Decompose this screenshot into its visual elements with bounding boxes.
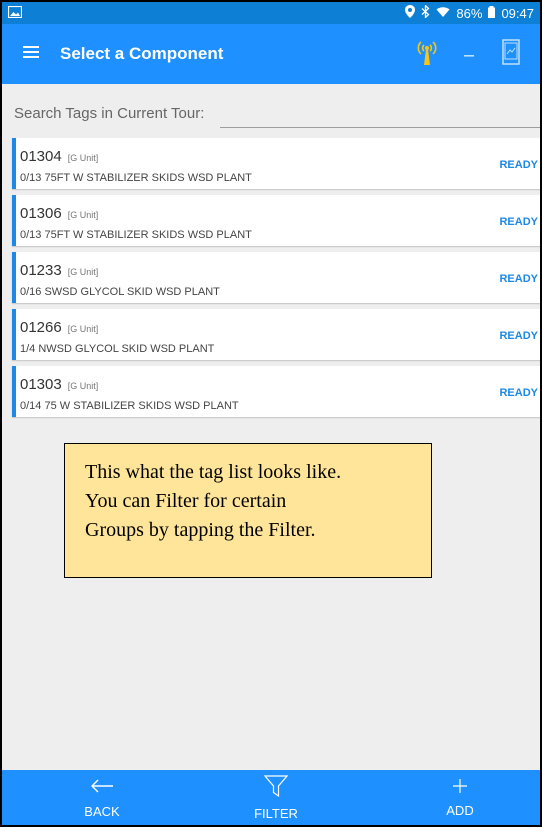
add-label: ADD <box>446 802 474 818</box>
tag-list: 01304 [G Unit] 0/13 75FT W STABILIZER SK… <box>12 138 540 423</box>
tag-id: 01233 <box>20 262 62 279</box>
battery-icon <box>488 5 496 21</box>
status-bar: 86% 09:47 <box>2 2 540 24</box>
wifi-icon <box>436 6 450 21</box>
antenna-button[interactable] <box>406 24 448 84</box>
tag-unit: [G Unit] <box>67 210 99 220</box>
bottom-nav: BACK FILTER ADD <box>2 770 540 825</box>
tag-id: 01266 <box>20 319 62 336</box>
funnel-icon <box>263 774 289 802</box>
arrow-left-icon <box>90 777 114 800</box>
tag-item-01303[interactable]: 01303 [G Unit] 0/14 75 W STABILIZER SKID… <box>12 366 540 417</box>
tag-description: 0/16 SWSD GLYCOL SKID WSD PLANT <box>20 286 220 298</box>
add-button[interactable]: ADD <box>428 770 492 825</box>
note-line: You can Filter for certain <box>85 490 287 512</box>
app-frame: 86% 09:47 Select a Component Search Tags… <box>0 0 542 827</box>
tag-unit: [G Unit] <box>67 153 99 163</box>
tag-item-01233[interactable]: 01233 [G Unit] 0/16 SWSD GLYCOL SKID WSD… <box>12 252 540 303</box>
page-title: Select a Component <box>60 44 224 63</box>
status-badge: READY <box>499 216 538 228</box>
filter-label: FILTER <box>254 805 298 821</box>
tag-unit: [G Unit] <box>67 267 99 277</box>
device-icon <box>502 38 520 70</box>
tag-description: 0/13 75FT W STABILIZER SKIDS WSD PLANT <box>20 229 252 241</box>
search-input[interactable] <box>220 98 540 128</box>
hamburger-icon <box>23 45 39 63</box>
tag-description: 1/4 NWSD GLYCOL SKID WSD PLANT <box>20 343 215 355</box>
minus-icon <box>464 45 474 63</box>
status-badge: READY <box>499 387 538 399</box>
app-bar: Select a Component <box>2 24 540 84</box>
bluetooth-icon <box>421 3 430 21</box>
clock: 09:47 <box>501 5 534 21</box>
location-icon <box>405 5 416 21</box>
back-button[interactable]: BACK <box>70 770 134 825</box>
filter-button[interactable]: FILTER <box>244 770 308 825</box>
back-label: BACK <box>84 803 120 819</box>
antenna-icon <box>415 38 439 71</box>
search-label: Search Tags in Current Tour: <box>14 105 205 122</box>
tag-id: 01306 <box>20 205 62 222</box>
tag-id: 01304 <box>20 148 62 165</box>
tag-item-01304[interactable]: 01304 [G Unit] 0/13 75FT W STABILIZER SK… <box>12 138 540 189</box>
tag-unit: [G Unit] <box>67 381 99 391</box>
device-button[interactable] <box>490 24 532 84</box>
status-badge: READY <box>499 273 538 285</box>
battery-percent: 86% <box>456 5 483 21</box>
status-badge: READY <box>499 330 538 342</box>
tag-id: 01303 <box>20 376 62 393</box>
tag-description: 0/13 75FT W STABILIZER SKIDS WSD PLANT <box>20 172 252 184</box>
menu-button[interactable] <box>2 24 60 84</box>
annotation-note: This what the tag list looks like. You c… <box>64 443 432 578</box>
tag-description: 0/14 75 W STABILIZER SKIDS WSD PLANT <box>20 400 239 412</box>
plus-icon <box>452 778 468 799</box>
image-icon <box>7 5 23 21</box>
status-badge: READY <box>499 159 538 171</box>
minimize-button[interactable] <box>448 24 490 84</box>
tag-unit: [G Unit] <box>67 324 99 334</box>
tag-item-01266[interactable]: 01266 [G Unit] 1/4 NWSD GLYCOL SKID WSD … <box>12 309 540 360</box>
note-line: This what the tag list looks like. <box>85 461 342 483</box>
search-row: Search Tags in Current Tour: <box>2 94 540 128</box>
tag-item-01306[interactable]: 01306 [G Unit] 0/13 75FT W STABILIZER SK… <box>12 195 540 246</box>
note-line: Groups by tapping the Filter. <box>85 519 316 541</box>
